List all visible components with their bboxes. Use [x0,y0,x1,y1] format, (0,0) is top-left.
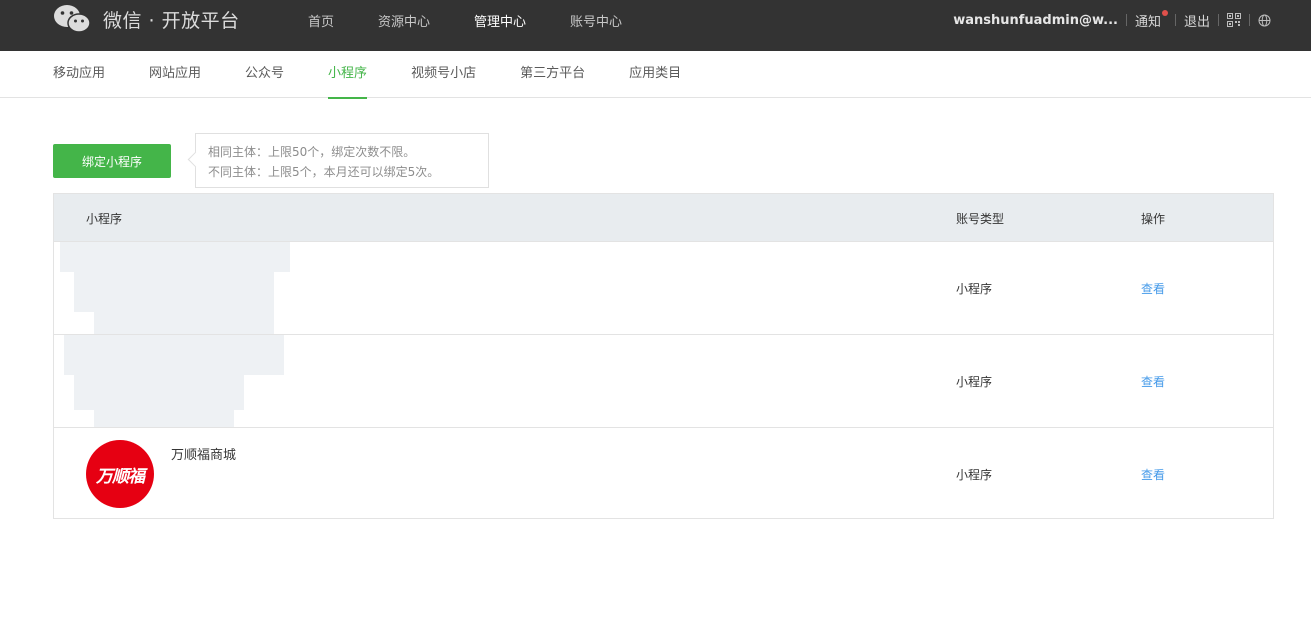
account-type: 小程序 [956,282,993,296]
app-name: 万顺福商城 [171,448,237,463]
bind-limit-tip: 相同主体：上限50个，绑定次数不限。 不同主体：上限5个，本月还可以绑定5次。 [195,133,489,188]
column-header-type: 账号类型 [956,212,1005,226]
wechat-logo-icon [53,4,91,34]
nav-management[interactable]: 管理中心 [474,11,526,30]
nav-home[interactable]: 首页 [308,11,334,30]
avatar-logo-text: 万顺福 [96,466,145,487]
platform-name: 微信 · 开放平台 [103,9,240,32]
tip-line-different-entity: 不同主体：上限5个，本月还可以绑定5次。 [208,165,440,179]
table-row: 万顺福 万顺福商城 小程序 查看 [54,427,1273,520]
tab-mobile-apps[interactable]: 移动应用 [53,51,105,98]
tab-mini-programs[interactable]: 小程序 [328,51,368,99]
column-header-name: 小程序 [86,212,123,226]
table-row: 小程序 查看 [54,334,1273,427]
mini-program-table: 小程序 账号类型 操作 小程序 查看 小程序 查看 万顺福 万顺福商城 小程序 … [53,193,1274,519]
divider [1174,14,1176,26]
tab-web-apps[interactable]: 网站应用 [149,51,201,98]
notify-link[interactable]: 通知 [1134,9,1168,30]
qrcode-icon[interactable] [1227,13,1241,27]
account-type: 小程序 [956,375,993,389]
tab-app-categories[interactable]: 应用类目 [629,51,681,98]
logout-link[interactable]: 退出 [1184,11,1210,30]
divider [1125,14,1127,26]
view-link[interactable]: 查看 [1141,280,1165,297]
divider [1218,14,1219,26]
notify-dot [1161,9,1168,16]
view-link[interactable]: 查看 [1141,373,1165,390]
globe-icon[interactable] [1258,14,1271,27]
tab-third-party-platform[interactable]: 第三方平台 [520,51,585,98]
platform-logo[interactable]: 微信 · 开放平台 [53,4,240,34]
top-bar: 微信 · 开放平台 首页 资源中心 管理中心 账号中心 wanshunfuadm… [0,0,1311,51]
divider [1249,14,1250,26]
view-link[interactable]: 查看 [1141,466,1165,483]
account-type: 小程序 [956,468,993,482]
nav-account[interactable]: 账号中心 [570,11,622,30]
sub-nav: 移动应用 网站应用 公众号 小程序 视频号小店 第三方平台 应用类目 [0,51,1311,99]
main-nav: 首页 资源中心 管理中心 账号中心 [308,0,666,40]
user-account[interactable]: wanshunfuadmin@w... [953,13,1118,28]
column-header-op: 操作 [1141,212,1166,226]
table-header: 小程序 账号类型 操作 [54,194,1273,241]
user-area: wanshunfuadmin@w... 通知 退出 [953,0,1271,40]
tab-official-accounts[interactable]: 公众号 [245,51,284,98]
tip-line-same-entity: 相同主体：上限50个，绑定次数不限。 [208,145,416,159]
app-avatar: 万顺福 [86,440,154,508]
nav-resources[interactable]: 资源中心 [378,11,430,30]
bind-mini-program-button[interactable]: 绑定小程序 [53,144,171,178]
tab-channels-store[interactable]: 视频号小店 [411,51,476,98]
table-row: 小程序 查看 [54,241,1273,335]
notify-label: 通知 [1134,14,1161,30]
